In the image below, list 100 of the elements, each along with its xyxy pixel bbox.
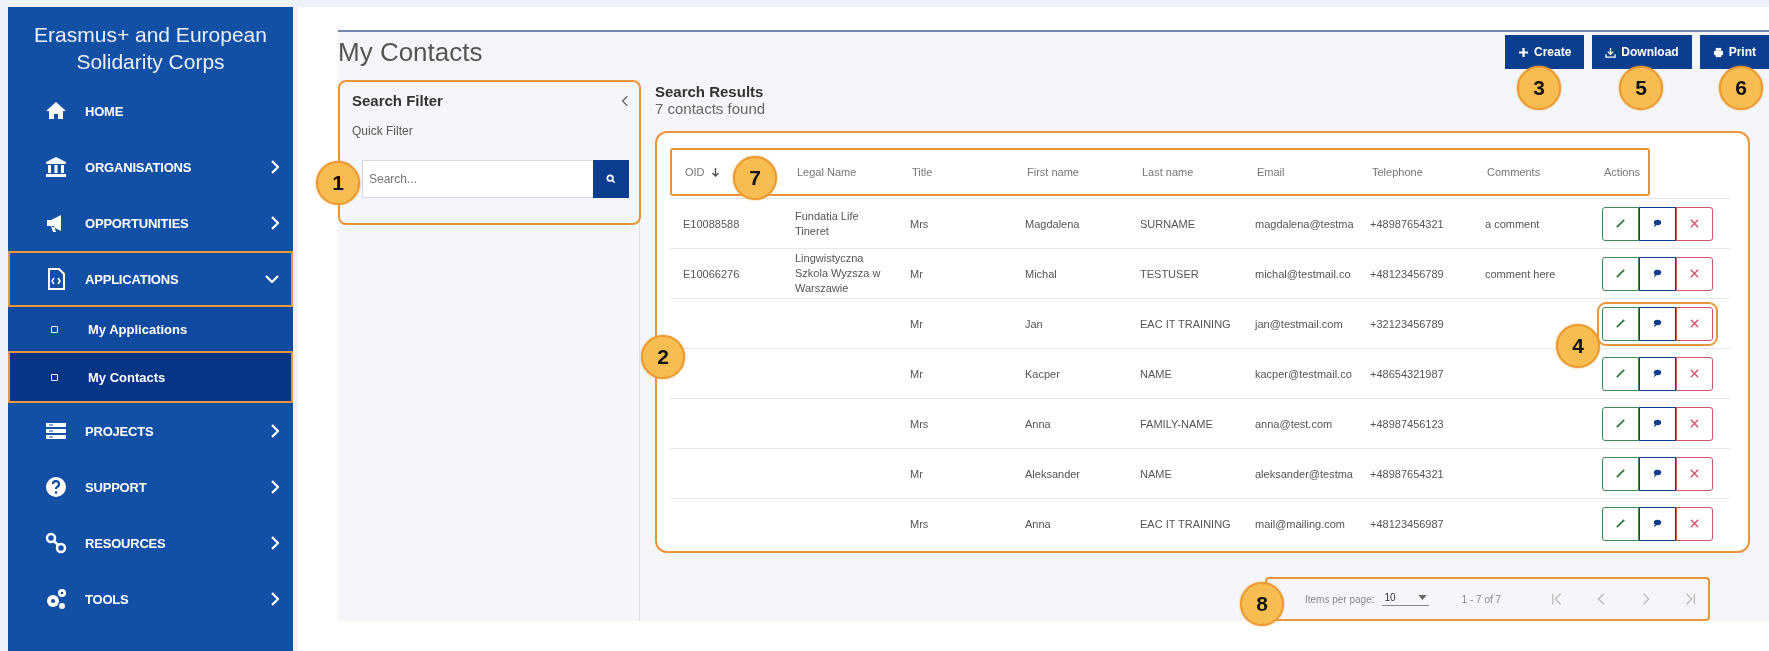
edit-button[interactable] (1602, 306, 1639, 341)
delete-button[interactable] (1676, 456, 1713, 491)
table-cell-text: aleksander@testma (1254, 467, 1354, 480)
pencil-icon (1615, 468, 1626, 479)
column-header[interactable]: Last name (1142, 166, 1194, 178)
table-cell-text: magdalena@testma (1254, 217, 1355, 230)
sidebar-item[interactable]: ORGANISATIONS (8, 139, 293, 195)
pencil-icon (1615, 318, 1626, 329)
column-header[interactable]: Legal Name (797, 166, 857, 178)
plus-icon (1517, 46, 1529, 58)
column-header[interactable]: OID (685, 166, 705, 178)
delete-button[interactable] (1676, 506, 1713, 541)
comment-button[interactable] (1639, 506, 1676, 541)
collapse-chevron-icon[interactable] (621, 94, 629, 107)
column-header[interactable]: Actions (1604, 166, 1641, 178)
comment-button[interactable] (1639, 356, 1676, 391)
download-icon (1605, 46, 1617, 58)
table-cell-text: EAC IT TRAINING (1139, 517, 1232, 530)
close-icon (1689, 518, 1700, 529)
printer-icon (1712, 46, 1724, 58)
table-cell-text: Anna (1024, 517, 1052, 530)
comment-button[interactable] (1639, 406, 1676, 441)
page-size-select[interactable]: 10 (1382, 592, 1429, 606)
table-cell-text: EAC IT TRAINING (1139, 317, 1232, 330)
dropdown-caret-icon (1417, 595, 1427, 600)
bullet-icon (51, 325, 58, 333)
close-icon (1689, 218, 1700, 229)
speech-bubble-icon (1652, 268, 1663, 279)
speech-bubble-icon (1652, 518, 1663, 529)
delete-button[interactable] (1676, 256, 1713, 291)
edit-button[interactable] (1602, 406, 1639, 441)
delete-button[interactable] (1676, 206, 1713, 241)
table-cell-text: Mr (909, 367, 924, 380)
edit-button[interactable] (1602, 356, 1639, 391)
table-cell-text: Mr (909, 467, 924, 480)
comment-button[interactable] (1639, 206, 1676, 241)
sidebar-subitem[interactable]: My Contacts (8, 351, 293, 403)
sidebar-item[interactable]: APPLICATIONS (8, 251, 293, 307)
sidebar-item[interactable]: TOOLS (8, 571, 293, 627)
pencil-icon (1615, 418, 1626, 429)
close-icon (1689, 418, 1700, 429)
create-button[interactable]: Create (1504, 35, 1585, 69)
comment-button[interactable] (1639, 456, 1676, 491)
sidebar-item[interactable]: RESOURCES (8, 515, 293, 571)
table-cell-text: Mrs (909, 217, 930, 230)
search-button[interactable] (593, 160, 629, 198)
table-cell-text: NAME (1139, 367, 1173, 380)
column-header[interactable]: First name (1027, 166, 1079, 178)
close-icon (1689, 268, 1700, 279)
panel-title: Search Filter (352, 92, 443, 109)
table-cell-text: Magdalena (1024, 217, 1081, 230)
table-cell-text: SURNAME (1139, 217, 1196, 230)
pencil-icon (1615, 268, 1626, 279)
sidebar-item[interactable]: OPPORTUNITIES (8, 195, 293, 251)
sidebar-item[interactable]: HOME (8, 83, 293, 139)
sidebar-item[interactable]: SUPPORT (8, 459, 293, 515)
download-button[interactable]: Download (1592, 35, 1692, 69)
table-cell-text: Jan (1024, 317, 1044, 330)
quick-filter-label: Quick Filter (352, 124, 414, 138)
table-cell-text: comment here (1484, 267, 1557, 280)
delete-button[interactable] (1676, 306, 1713, 341)
close-icon (1689, 468, 1700, 479)
column-header[interactable]: Comments (1487, 166, 1541, 178)
table-cell-text: anna@test.com (1254, 417, 1334, 430)
table-cell-text: Mrs (909, 517, 930, 530)
search-icon (606, 174, 616, 184)
results-title: Search Results (655, 83, 764, 100)
table-cell-text: Mr (909, 317, 924, 330)
column-header[interactable]: Email (1257, 166, 1285, 178)
table-cell-text: a comment (1484, 217, 1541, 230)
table-cell-text: +48987456123 (1369, 417, 1445, 430)
sort-down-arrow-icon[interactable] (710, 166, 720, 178)
comment-button[interactable] (1639, 256, 1676, 291)
column-header[interactable]: Telephone (1372, 166, 1423, 178)
table-cell-text: NAME (1139, 467, 1173, 480)
table-cell-text: +48123456987 (1369, 517, 1445, 530)
delete-button[interactable] (1676, 356, 1713, 391)
table-cell-text: michal@testmail.co (1254, 267, 1352, 280)
search-field[interactable]: Search... (362, 160, 593, 198)
page-title: My Contacts (338, 37, 483, 68)
sidebar-item[interactable]: PROJECTS (8, 403, 293, 459)
sidebar-subitem[interactable]: My Applications (8, 307, 293, 351)
delete-button[interactable] (1676, 406, 1713, 441)
column-header[interactable]: Title (912, 166, 933, 178)
table-cell-text: jan@testmail.com (1253, 317, 1344, 330)
comment-button[interactable] (1639, 306, 1676, 341)
table-cell-text: Mr (909, 267, 924, 280)
gears-icon (44, 587, 68, 611)
print-button[interactable]: Print (1699, 35, 1769, 69)
edit-button[interactable] (1602, 456, 1639, 491)
table-cell-text: +48987654321 (1369, 467, 1445, 480)
bullet-icon (51, 373, 58, 381)
speech-bubble-icon (1652, 368, 1663, 379)
edit-button[interactable] (1602, 256, 1639, 291)
table-cell-text: E10066276 (682, 267, 741, 280)
table-cell-text: +32123456789 (1369, 317, 1445, 330)
edit-button[interactable] (1602, 206, 1639, 241)
edit-button[interactable] (1602, 506, 1639, 541)
help-icon (44, 475, 68, 499)
table-cell-text: +48123456789 (1369, 267, 1445, 280)
